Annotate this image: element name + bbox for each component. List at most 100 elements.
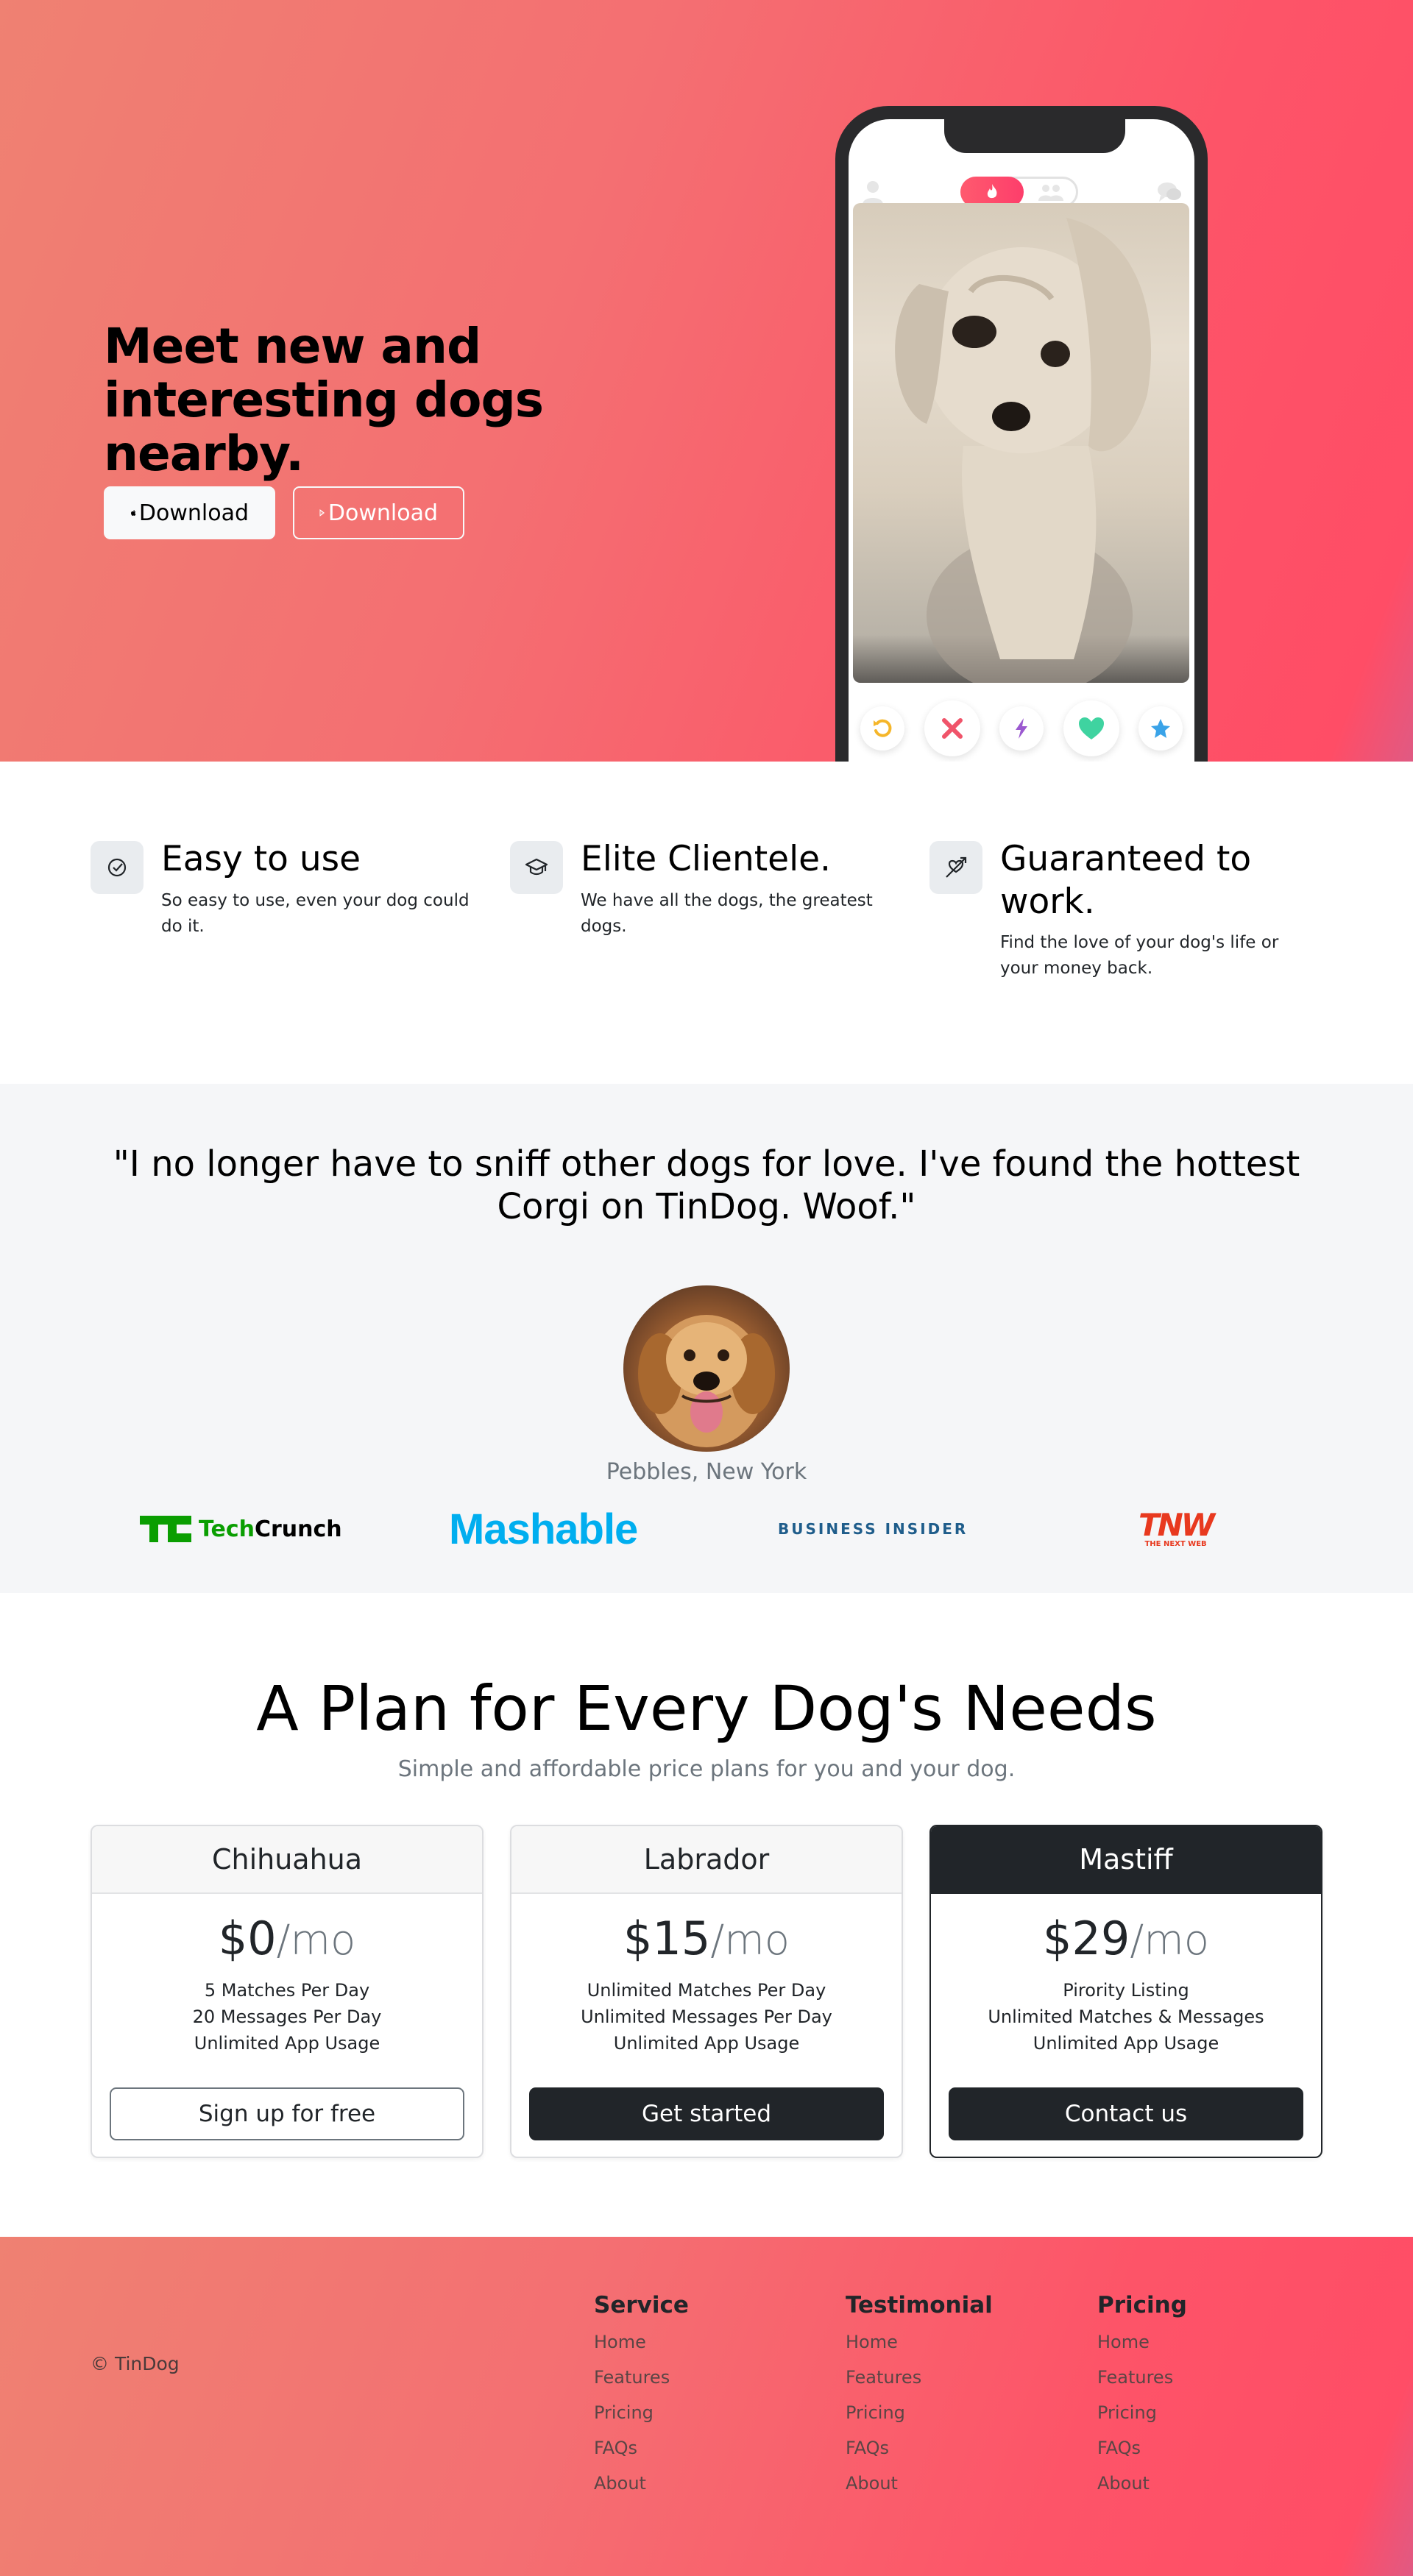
pricing-title: A Plan for Every Dog's Needs [256, 1672, 1157, 1745]
features-section: Easy to use So easy to use, even your do… [0, 762, 1413, 1084]
plan-name: Mastiff [931, 1826, 1321, 1894]
footer-link-faqs[interactable]: FAQs [846, 2430, 1066, 2466]
plan-features: Unlimited Matches Per Day Unlimited Mess… [511, 1977, 902, 2057]
plan-card-mastiff: Mastiff $29/mo Pirority Listing Unlimite… [929, 1825, 1322, 2158]
tnw-logo: TNW THE NEXT WEB [1138, 1500, 1215, 1558]
footer-column-pricing: Pricing Home Features Pricing FAQs About [1097, 2292, 1318, 2501]
footer-link-features[interactable]: Features [594, 2360, 815, 2395]
plan-card-chihuahua: Chihuahua $0/mo 5 Matches Per Day 20 Mes… [91, 1825, 484, 2158]
tnw-subtext: THE NEXT WEB [1144, 1539, 1207, 1548]
plan-feature: Unlimited App Usage [613, 2033, 800, 2054]
footer-link-about[interactable]: About [594, 2466, 815, 2501]
plan-price-amount: $29 [1042, 1912, 1130, 1965]
heart-arrow-icon [929, 841, 982, 894]
profile-icon[interactable] [862, 180, 884, 205]
graduation-cap-icon [510, 841, 563, 894]
feature-description: So easy to use, even your dog could do i… [161, 891, 470, 936]
footer-link-home[interactable]: Home [594, 2324, 815, 2360]
rewind-icon [874, 719, 892, 737]
chat-icon[interactable] [1156, 180, 1183, 205]
footer-link-home[interactable]: Home [1097, 2324, 1318, 2360]
techcrunch-text: Crunch [254, 1516, 342, 1542]
techcrunch-logo: TechCrunch [140, 1500, 342, 1558]
feature-title: Guaranteed to work. [1000, 839, 1252, 922]
swipe-actions [860, 700, 1183, 756]
business-insider-logo: BUSINESS INSIDER [778, 1500, 968, 1558]
golden-retriever-image [638, 1315, 775, 1447]
sign-up-free-button[interactable]: Sign up for free [110, 2087, 464, 2140]
footer-link-pricing[interactable]: Pricing [1097, 2395, 1318, 2430]
plan-name: Labrador [511, 1826, 902, 1894]
footer-heading: Service [594, 2292, 689, 2318]
footer-link-about[interactable]: About [1097, 2466, 1318, 2501]
testimonial-author: Pebbles, New York [606, 1459, 807, 1485]
plan-price: $0/mo [92, 1912, 482, 1965]
group-icon [1038, 185, 1063, 201]
footer-link-features[interactable]: Features [846, 2360, 1066, 2395]
mashable-logo: Mashable [449, 1500, 638, 1558]
footer-link-features[interactable]: Features [1097, 2360, 1318, 2395]
footer-column-testimonial: Testimonial Home Features Pricing FAQs A… [846, 2292, 1066, 2501]
plan-card-labrador: Labrador $15/mo Unlimited Matches Per Da… [510, 1825, 903, 2158]
download-play-button[interactable]: Download [293, 486, 464, 539]
feature-title: Easy to use [161, 839, 361, 879]
footer-heading: Pricing [1097, 2292, 1187, 2318]
plan-price-period: /mo [1130, 1917, 1210, 1965]
tnw-text: TNW [1138, 1506, 1215, 1543]
lightning-icon [1016, 718, 1027, 739]
heart-icon [1078, 717, 1104, 739]
footer-column-service: Service Home Features Pricing FAQs About [594, 2292, 815, 2501]
plan-name: Chihuahua [92, 1826, 482, 1894]
testimonial-section: "I no longer have to sniff other dogs fo… [0, 1084, 1413, 1593]
plan-price-amount: $0 [218, 1912, 277, 1965]
superlike-button[interactable] [1138, 706, 1183, 751]
feature-description: We have all the dogs, the greatest dogs. [581, 891, 873, 936]
star-icon [1151, 719, 1170, 738]
hero-content: Meet new and interesting dogs nearby. Do… [104, 319, 560, 539]
footer-link-pricing[interactable]: Pricing [594, 2395, 815, 2430]
plan-feature: Pirority Listing [1063, 1980, 1189, 2001]
plan-feature: Unlimited App Usage [1033, 2033, 1219, 2054]
plan-feature: Unlimited Messages Per Day [581, 2006, 832, 2027]
footer-link-about[interactable]: About [846, 2466, 1066, 2501]
rewind-button[interactable] [860, 706, 904, 751]
plan-price: $15/mo [511, 1912, 902, 1965]
plan-features: 5 Matches Per Day 20 Messages Per Day Un… [92, 1977, 482, 2057]
nope-button[interactable] [924, 700, 980, 756]
like-button[interactable] [1063, 700, 1119, 756]
plan-price-period: /mo [276, 1917, 356, 1965]
download-apple-button[interactable]: Download [104, 486, 275, 539]
footer-link-faqs[interactable]: FAQs [594, 2430, 815, 2466]
pricing-section: A Plan for Every Dog's Needs Simple and … [0, 1593, 1413, 2237]
testimonial-avatar [623, 1285, 790, 1452]
download-buttons: Download Download [104, 486, 560, 539]
testimonial-quote: "I no longer have to sniff other dogs fo… [113, 1143, 1300, 1227]
dog-illustration [895, 218, 1152, 683]
check-circle-icon [91, 841, 144, 894]
techcrunch-mark [140, 1516, 191, 1542]
flame-icon [987, 184, 997, 199]
pricing-subtitle: Simple and affordable price plans for yo… [397, 1756, 1016, 1782]
plan-price-amount: $15 [623, 1912, 711, 1965]
footer-link-home[interactable]: Home [846, 2324, 1066, 2360]
get-started-button[interactable]: Get started [529, 2087, 884, 2140]
hero-section: Meet new and interesting dogs nearby. Do… [0, 0, 1413, 762]
close-icon [941, 718, 963, 739]
plan-price: $29/mo [931, 1912, 1321, 1965]
download-play-label: Download [327, 500, 438, 526]
dog-photo[interactable] [853, 203, 1189, 683]
footer-link-pricing[interactable]: Pricing [846, 2395, 1066, 2430]
footer-link-faqs[interactable]: FAQs [1097, 2430, 1318, 2466]
google-play-icon [319, 509, 325, 517]
plan-feature: 5 Matches Per Day [204, 1980, 370, 2001]
download-apple-label: Download [138, 500, 249, 526]
press-logos: TechCrunch Mashable BUSINESS INSIDER TNW… [0, 1500, 1413, 1558]
phone-notch [944, 119, 1125, 153]
boost-button[interactable] [999, 706, 1044, 751]
mashable-text: Mashable [449, 1505, 638, 1553]
contact-us-button[interactable]: Contact us [949, 2087, 1303, 2140]
feature-description: Find the love of your dog's life or your… [1000, 933, 1279, 978]
business-insider-text: BUSINESS INSIDER [778, 1520, 968, 1538]
hero-title: Meet new and interesting dogs nearby. [104, 318, 544, 482]
apple-icon [131, 510, 136, 517]
